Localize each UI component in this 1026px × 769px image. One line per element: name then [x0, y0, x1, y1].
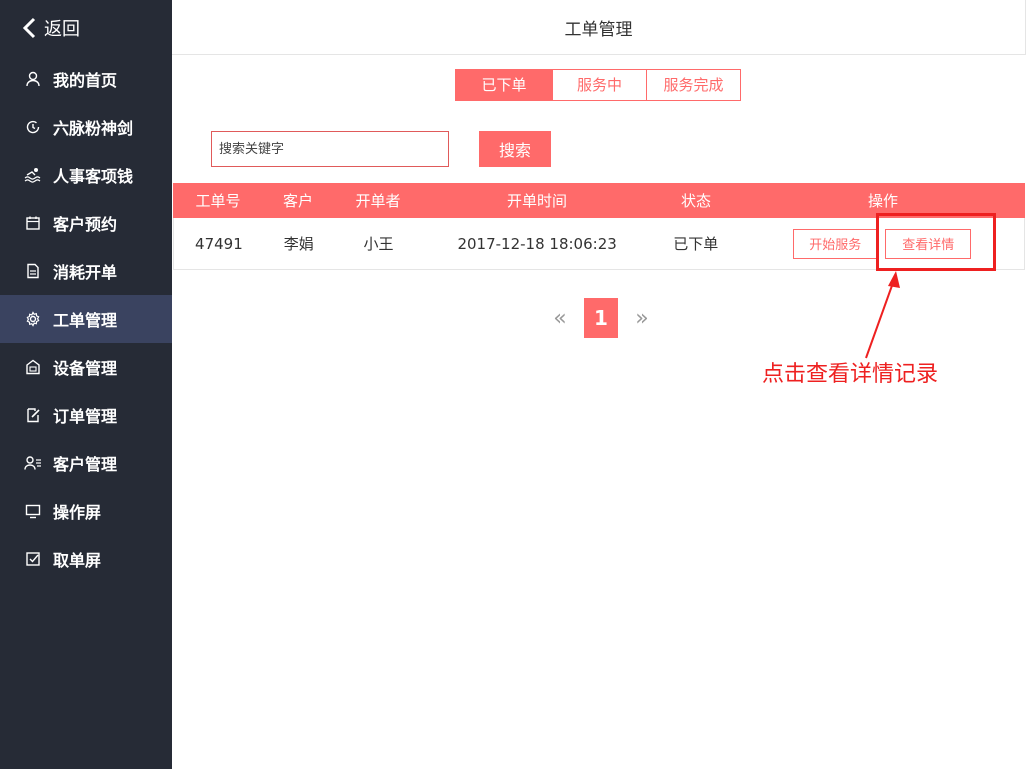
- sidebar-item-label: 工单管理: [53, 311, 118, 330]
- sidebar-item-label: 操作屏: [53, 503, 102, 522]
- column-header-customer: 客户: [282, 192, 313, 210]
- customers-icon: [24, 454, 42, 472]
- column-header-status: 状态: [680, 192, 711, 210]
- chevron-left-icon: [22, 17, 36, 38]
- cell-creator: 小王: [363, 235, 394, 253]
- sidebar-item-label: 六脉粉神剑: [53, 119, 134, 138]
- refresh-icon: [24, 118, 42, 136]
- calendar-icon: [24, 214, 42, 232]
- gear-icon: [24, 310, 42, 328]
- prev-page-button[interactable]: «: [550, 306, 570, 331]
- sidebar-item-label: 消耗开单: [53, 263, 118, 282]
- highlight-box: [876, 213, 996, 271]
- sidebar-item-label: 订单管理: [53, 407, 118, 426]
- sidebar-item-customers[interactable]: 客户管理: [0, 439, 172, 487]
- swim-icon: [24, 166, 42, 184]
- sidebar-item-personnel[interactable]: 人事客项钱: [0, 151, 172, 199]
- user-icon: [24, 70, 42, 88]
- tab-service-complete[interactable]: 服务完成: [646, 70, 740, 100]
- sidebar-item-label: 客户管理: [53, 455, 118, 474]
- page-header: 工单管理: [172, 0, 1026, 55]
- edit-icon: [24, 406, 42, 424]
- sidebar-item-label: 我的首页: [53, 71, 118, 90]
- sidebar: 返回 我的首页 六脉粉神剑 人事客项钱 客户预约 消耗开单 工单管理 设备管理 …: [0, 0, 172, 769]
- page-number-current[interactable]: 1: [584, 298, 618, 338]
- cell-time: 2017-12-18 18:06:23: [457, 234, 617, 253]
- sidebar-item-home[interactable]: 我的首页: [0, 55, 172, 103]
- sidebar-item-devices[interactable]: 设备管理: [0, 343, 172, 391]
- sidebar-item-work-orders[interactable]: 工单管理: [0, 295, 172, 343]
- sidebar-item-label: 客户预约: [53, 215, 118, 234]
- annotation-text: 点击查看详情记录: [762, 362, 939, 387]
- tab-ordered[interactable]: 已下单: [456, 70, 552, 100]
- sidebar-item-label: 取单屏: [53, 551, 102, 570]
- column-header-actions: 操作: [867, 192, 898, 210]
- monitor-icon: [24, 502, 42, 520]
- search-input[interactable]: [211, 131, 449, 167]
- sidebar-item-pickup-screen[interactable]: 取单屏: [0, 535, 172, 583]
- sidebar-item-sword[interactable]: 六脉粉神剑: [0, 103, 172, 151]
- sidebar-item-consume-order[interactable]: 消耗开单: [0, 247, 172, 295]
- sidebar-item-label: 人事客项钱: [53, 167, 134, 186]
- annotation-arrow: [865, 271, 900, 359]
- tab-in-service[interactable]: 服务中: [552, 70, 646, 100]
- pagination: « 1 »: [550, 298, 652, 338]
- next-page-button[interactable]: »: [632, 306, 652, 331]
- sidebar-item-appointment[interactable]: 客户预约: [0, 199, 172, 247]
- sidebar-item-orders[interactable]: 订单管理: [0, 391, 172, 439]
- cell-status: 已下单: [673, 235, 719, 253]
- device-icon: [24, 358, 42, 376]
- status-tabs: 已下单 服务中 服务完成: [455, 69, 741, 101]
- back-button[interactable]: 返回: [0, 0, 172, 55]
- column-header-creator: 开单者: [355, 192, 401, 210]
- app-root: 返回 我的首页 六脉粉神剑 人事客项钱 客户预约 消耗开单 工单管理 设备管理 …: [0, 0, 1026, 769]
- column-header-time: 开单时间: [506, 192, 567, 210]
- column-header-id: 工单号: [195, 192, 241, 210]
- cell-id: 47491: [195, 234, 243, 253]
- start-service-button[interactable]: 开始服务: [793, 228, 878, 259]
- cell-customer: 李娟: [283, 235, 314, 253]
- document-icon: [24, 262, 42, 280]
- sidebar-item-label: 设备管理: [53, 359, 118, 378]
- back-label: 返回: [44, 18, 80, 40]
- sidebar-item-operation-screen[interactable]: 操作屏: [0, 487, 172, 535]
- search-button[interactable]: 搜索: [479, 131, 551, 167]
- checkbox-icon: [24, 550, 42, 568]
- page-title: 工单管理: [564, 19, 633, 40]
